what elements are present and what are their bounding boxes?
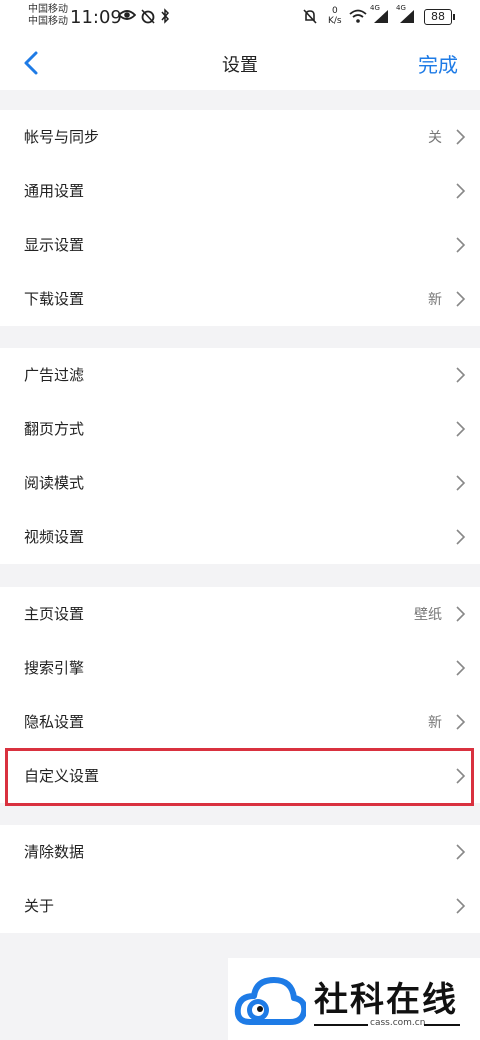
settings-item-video[interactable]: 视频设置 [0, 510, 480, 564]
chevron-right-icon [456, 237, 466, 253]
wifi-icon [349, 9, 367, 23]
settings-item-value: 新 [428, 292, 442, 308]
watermark: 社科在线 cass.com.cn [228, 958, 480, 1040]
settings-item-account-sync[interactable]: 帐号与同步 关 [0, 110, 480, 164]
settings-item-value: 关 [428, 130, 442, 146]
settings-group-account: 帐号与同步 关 通用设置 显示设置 下载设置 新 [0, 110, 480, 326]
chevron-right-icon [456, 129, 466, 145]
settings-item-label: 搜索引擎 [24, 659, 85, 677]
settings-item-about[interactable]: 关于 [0, 879, 480, 933]
settings-item-privacy[interactable]: 隐私设置 新 [0, 695, 480, 749]
mute-icon [303, 9, 317, 24]
settings-item-label: 帐号与同步 [24, 128, 100, 146]
chevron-right-icon [456, 421, 466, 437]
net-speed: 0 K/s [328, 6, 342, 26]
settings-group-browsing: 广告过滤 翻页方式 阅读模式 视频设置 [0, 348, 480, 564]
settings-item-label: 下载设置 [24, 290, 85, 308]
settings-item-label: 隐私设置 [24, 713, 85, 731]
settings-item-label: 视频设置 [24, 528, 85, 546]
settings-item-label: 通用设置 [24, 182, 85, 200]
settings-item-ad-filter[interactable]: 广告过滤 [0, 348, 480, 402]
settings-item-label: 阅读模式 [24, 474, 85, 492]
nav-bar: 设置 完成 [0, 36, 480, 90]
settings-item-search-engine[interactable]: 搜索引擎 [0, 641, 480, 695]
signal-2: 4G [396, 4, 416, 24]
chevron-right-icon [456, 898, 466, 914]
chevron-right-icon [456, 475, 466, 491]
settings-item-label: 翻页方式 [24, 420, 85, 438]
eye-icon [118, 10, 136, 20]
watermark-rule-right [424, 1024, 460, 1026]
settings-group-customize: 主页设置 壁纸 搜索引擎 隐私设置 新 自定义设置 [0, 587, 480, 803]
settings-item-clear-data[interactable]: 清除数据 [0, 825, 480, 879]
chevron-right-icon [456, 529, 466, 545]
net-speed-value: 0 [331, 6, 338, 16]
chevron-right-icon [456, 291, 466, 307]
settings-item-label: 关于 [24, 897, 55, 915]
chevron-right-icon [456, 714, 466, 730]
watermark-rule-left [314, 1024, 368, 1026]
settings-item-page-turn[interactable]: 翻页方式 [0, 402, 480, 456]
settings-item-reading-mode[interactable]: 阅读模式 [0, 456, 480, 510]
settings-item-custom[interactable]: 自定义设置 [0, 749, 480, 803]
settings-item-download[interactable]: 下载设置 新 [0, 272, 480, 326]
chevron-right-icon [456, 844, 466, 860]
settings-group-data: 清除数据 关于 [0, 825, 480, 933]
page-title: 设置 [222, 55, 258, 76]
settings-item-label: 清除数据 [24, 843, 85, 861]
settings-item-label: 广告过滤 [24, 366, 85, 384]
net-speed-unit: K/s [328, 16, 342, 26]
settings-item-value: 新 [428, 715, 442, 731]
carrier-2: 中国移动 [28, 16, 68, 27]
settings-item-label: 自定义设置 [24, 767, 100, 785]
chevron-right-icon [456, 183, 466, 199]
status-bar: 中国移动 中国移动 11:09 0 K/s 4G 4G 88 [0, 0, 480, 36]
settings-item-homepage[interactable]: 主页设置 壁纸 [0, 587, 480, 641]
cloud-logo-icon [234, 977, 306, 1025]
chevron-right-icon [456, 660, 466, 676]
watermark-url: cass.com.cn [370, 1018, 426, 1028]
settings-item-general[interactable]: 通用设置 [0, 164, 480, 218]
signal-1: 4G [370, 4, 390, 24]
signal-2-label: 4G [396, 4, 406, 12]
clock: 11:09 [70, 7, 122, 28]
chevron-right-icon [456, 768, 466, 784]
signal-1-label: 4G [370, 4, 380, 12]
chevron-right-icon [456, 367, 466, 383]
watermark-text: 社科在线 [314, 980, 458, 1020]
settings-item-label: 显示设置 [24, 236, 85, 254]
settings-item-label: 主页设置 [24, 605, 85, 623]
carrier-info: 中国移动 中国移动 [28, 4, 68, 28]
settings-item-display[interactable]: 显示设置 [0, 218, 480, 272]
bluetooth-icon [161, 8, 170, 24]
chevron-right-icon [456, 606, 466, 622]
settings-item-value: 壁纸 [414, 607, 442, 623]
carrier-1: 中国移动 [28, 4, 68, 15]
alarm-off-icon [141, 9, 155, 24]
done-button[interactable]: 完成 [418, 49, 458, 78]
battery-indicator: 88 [424, 9, 455, 25]
